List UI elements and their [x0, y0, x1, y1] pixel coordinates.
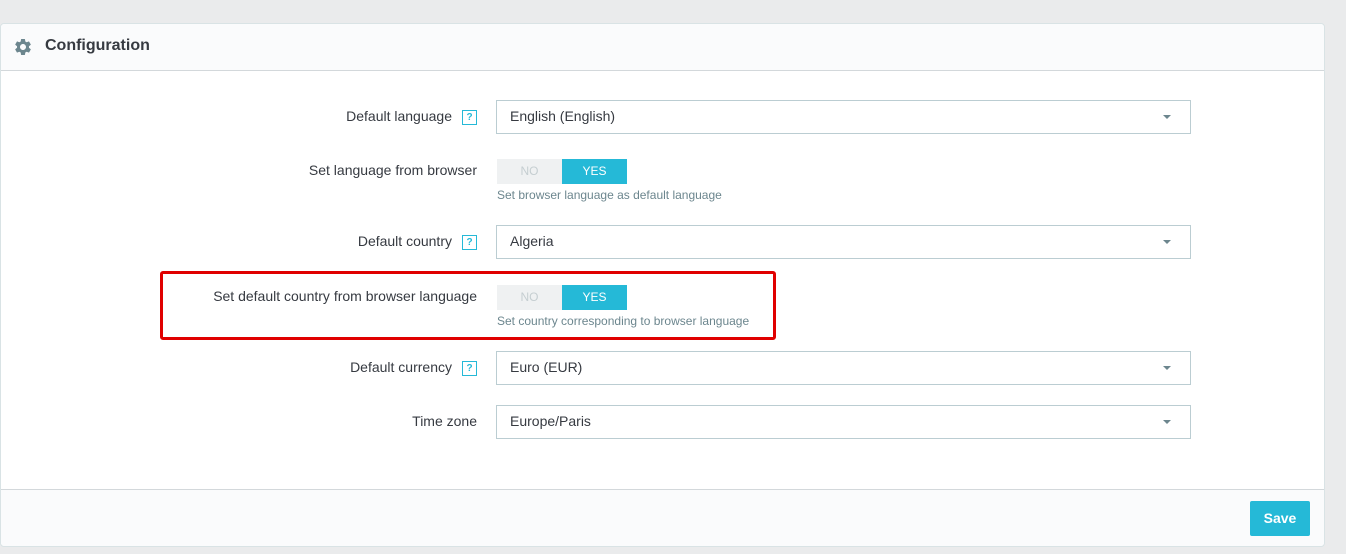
default-currency-value: Euro (EUR)	[510, 359, 583, 375]
chevron-down-icon	[1163, 115, 1171, 119]
time-zone-select[interactable]: Europe/Paris	[496, 405, 1191, 439]
panel-header: Configuration	[1, 24, 1324, 71]
help-icon[interactable]: ?	[462, 110, 477, 125]
default-language-select[interactable]: English (English)	[496, 100, 1191, 134]
default-language-label: Default language?	[346, 108, 477, 125]
country-from-browser-hint: Set country corresponding to browser lan…	[497, 314, 750, 328]
help-icon[interactable]: ?	[462, 361, 477, 376]
country-from-browser-toggle[interactable]: NO YES	[497, 285, 627, 310]
language-from-browser-hint: Set browser language as default language	[497, 188, 722, 202]
toggle-yes-option[interactable]: YES	[562, 285, 627, 310]
save-button[interactable]: Save	[1250, 501, 1310, 536]
default-country-label: Default country?	[358, 233, 477, 250]
default-currency-label: Default currency?	[350, 359, 477, 376]
toggle-no-option[interactable]: NO	[497, 159, 562, 184]
time-zone-value: Europe/Paris	[510, 413, 591, 429]
panel-footer	[1, 489, 1324, 546]
help-icon[interactable]: ?	[462, 235, 477, 250]
toggle-no-option[interactable]: NO	[497, 285, 562, 310]
highlight-box	[160, 271, 776, 340]
language-from-browser-label: Set language from browser	[308, 162, 477, 178]
country-from-browser-label: Set default country from browser languag…	[213, 288, 477, 304]
panel-title: Configuration	[45, 37, 150, 54]
time-zone-label: Time zone	[412, 413, 477, 429]
default-currency-select[interactable]: Euro (EUR)	[496, 351, 1191, 385]
default-country-value: Algeria	[510, 233, 554, 249]
default-country-select[interactable]: Algeria	[496, 225, 1191, 259]
default-language-value: English (English)	[510, 108, 616, 124]
toggle-yes-option[interactable]: YES	[562, 159, 627, 184]
chevron-down-icon	[1163, 366, 1171, 370]
language-from-browser-toggle[interactable]: NO YES	[497, 159, 627, 184]
gear-icon	[15, 38, 31, 55]
chevron-down-icon	[1163, 420, 1171, 424]
chevron-down-icon	[1163, 240, 1171, 244]
